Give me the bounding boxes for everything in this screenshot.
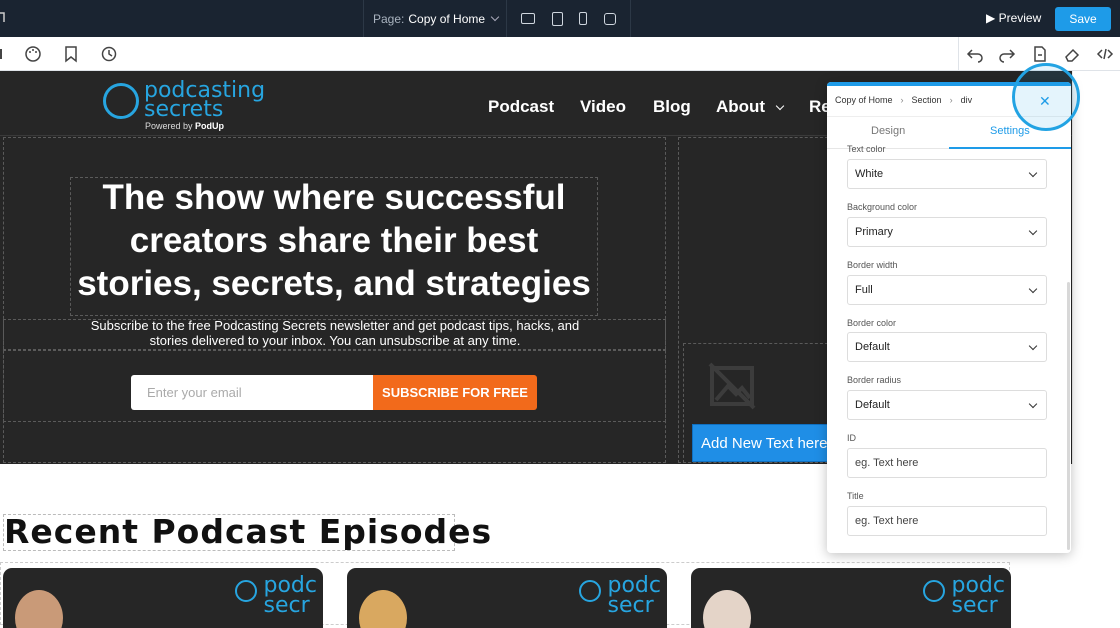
device-switcher	[507, 0, 631, 37]
bookmark-icon[interactable]	[62, 45, 80, 63]
powered-prefix: Powered by	[145, 121, 193, 131]
breadcrumb-item[interactable]: Copy of Home	[835, 95, 893, 105]
hero-headline[interactable]: The show where successful creators share…	[70, 176, 598, 305]
history-icon[interactable]	[100, 45, 118, 63]
tablet-view-icon[interactable]	[551, 11, 563, 26]
border-radius-value: Default	[855, 399, 890, 411]
guest-photo	[15, 590, 63, 628]
podcast-logo-icon	[103, 83, 139, 119]
undo-icon[interactable]	[966, 45, 984, 63]
chevron-down-icon	[1028, 399, 1038, 409]
episode-card[interactable]: podc secr	[347, 568, 667, 628]
border-width-label: Border width	[847, 260, 898, 270]
eraser-icon[interactable]	[1063, 45, 1081, 63]
chevron-down-icon	[1028, 168, 1038, 178]
chevron-down-icon	[1028, 226, 1038, 236]
text-color-label: Text color	[847, 144, 886, 154]
bg-color-value: Primary	[855, 226, 893, 238]
nav-blog[interactable]: Blog	[653, 97, 691, 117]
podcast-logo-icon	[235, 580, 257, 602]
page-selector-label: Page:	[373, 11, 405, 26]
email-input[interactable]: Enter your email	[131, 375, 373, 410]
text-color-select[interactable]: White	[847, 159, 1047, 189]
title-input[interactable]: eg. Text here	[847, 506, 1047, 536]
episode-card[interactable]: podc secr	[691, 568, 1011, 628]
fullscreen-view-icon[interactable]	[603, 12, 616, 25]
border-color-select[interactable]: Default	[847, 332, 1047, 362]
card-logo: podc secr	[607, 575, 662, 618]
palette-icon[interactable]	[24, 45, 42, 63]
add-new-text-element[interactable]: Add New Text here	[692, 424, 830, 462]
text-color-value: White	[855, 168, 884, 180]
tab-settings[interactable]: Settings	[990, 125, 1030, 137]
canvas-right-gutter	[1072, 71, 1120, 464]
podcast-logo-icon	[579, 580, 601, 602]
card-logo: podc secr	[951, 575, 1006, 618]
chevron-right-icon: ›	[900, 95, 904, 105]
bg-color-select[interactable]: Primary	[847, 217, 1047, 247]
card-logo-line-2: secr	[607, 593, 654, 618]
editor-toolbar	[0, 37, 1120, 71]
nav-podcast[interactable]: Podcast	[488, 97, 554, 117]
breadcrumb-item[interactable]: Section	[912, 95, 942, 105]
border-width-select[interactable]: Full	[847, 275, 1047, 305]
border-color-label: Border color	[847, 318, 897, 328]
page-selector[interactable]: Page: Copy of Home	[363, 0, 507, 37]
tab-design[interactable]: Design	[871, 125, 905, 137]
chevron-right-icon: ›	[949, 95, 953, 105]
chevron-down-icon	[1028, 284, 1038, 294]
save-button[interactable]: Save	[1055, 7, 1111, 31]
code-icon[interactable]	[1096, 45, 1114, 63]
chevron-down-icon	[1028, 341, 1038, 351]
title-label: Title	[847, 491, 864, 501]
play-icon: ▶	[986, 11, 996, 25]
breadcrumb: Copy of Home › Section › div	[835, 95, 972, 105]
click-highlight	[1012, 63, 1080, 131]
card-logo-line-2: secr	[263, 593, 310, 618]
subscribe-button[interactable]: SUBSCRIBE FOR FREE	[373, 375, 537, 410]
desktop-view-icon[interactable]	[521, 13, 536, 24]
redo-icon[interactable]	[998, 45, 1016, 63]
card-logo-line-2: secr	[951, 593, 998, 618]
export-doc-icon[interactable]	[1031, 45, 1049, 63]
hero-subtext[interactable]: Subscribe to the free Podcasting Secrets…	[80, 318, 590, 348]
logo-fragment-icon	[0, 12, 5, 22]
panel-scrollbar[interactable]	[1067, 282, 1070, 550]
element-settings-panel: Copy of Home › Section › div ✕ Design Se…	[827, 82, 1071, 553]
active-tab-indicator	[949, 147, 1071, 149]
powered-by: Powered by PodUp	[145, 121, 224, 131]
site-logo[interactable]: podcasting secrets	[144, 80, 265, 121]
episode-card[interactable]: podc secr	[3, 568, 323, 628]
collapse-icon[interactable]	[0, 49, 4, 59]
chevron-down-icon	[490, 12, 500, 22]
page-selector-value: Copy of Home	[408, 11, 486, 26]
podcast-logo-icon	[923, 580, 945, 602]
image-placeholder-icon[interactable]	[708, 362, 756, 410]
id-label: ID	[847, 433, 856, 443]
id-input[interactable]: eg. Text here	[847, 448, 1047, 478]
card-logo: podc secr	[263, 575, 318, 618]
nav-about[interactable]: About	[716, 97, 765, 117]
editor-topbar: Page: Copy of Home ▶ Preview Save	[0, 0, 1120, 37]
border-color-value: Default	[855, 341, 890, 353]
chevron-down-icon	[775, 101, 785, 111]
nav-video[interactable]: Video	[580, 97, 626, 117]
mobile-view-icon[interactable]	[579, 12, 588, 25]
recent-episodes-heading[interactable]: Recent Podcast Episodes	[4, 512, 492, 551]
guest-photo	[703, 590, 751, 628]
border-radius-label: Border radius	[847, 375, 902, 385]
powered-brand: PodUp	[195, 121, 225, 131]
breadcrumb-item[interactable]: div	[961, 95, 973, 105]
bg-color-label: Background color	[847, 202, 918, 212]
toolbar-divider	[958, 37, 959, 71]
border-radius-select[interactable]: Default	[847, 390, 1047, 420]
preview-button[interactable]: ▶ Preview	[986, 11, 1041, 25]
preview-label: Preview	[998, 11, 1042, 25]
border-width-value: Full	[855, 284, 873, 296]
guest-photo	[359, 590, 407, 628]
